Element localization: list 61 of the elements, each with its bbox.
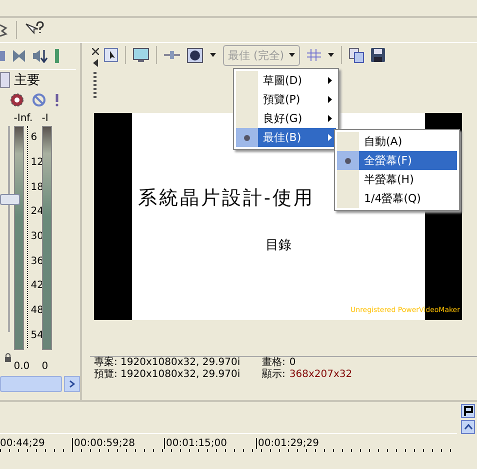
tool-icon[interactable] — [0, 22, 8, 38]
chevron-right-icon — [69, 380, 75, 388]
menu-item[interactable]: 良好(G) — [236, 109, 336, 128]
info-value: 0 — [289, 357, 296, 369]
submenu-arrow-icon — [328, 115, 332, 122]
prohibited-icon[interactable] — [32, 93, 46, 107]
menu-item[interactable]: 草圖(D) — [236, 71, 336, 90]
time-label: 00:01:15;00 — [164, 438, 256, 449]
bowtie-icon[interactable] — [12, 49, 26, 63]
cursor-icon[interactable] — [104, 48, 118, 62]
submenu-arrow-icon — [328, 134, 332, 141]
info-value: 368x207x32 — [289, 369, 352, 381]
menu-item[interactable]: 預覽(P) — [236, 90, 336, 109]
slide-subtitle: 目錄 — [266, 237, 292, 254]
time-label: 00:01:29;29 — [256, 438, 348, 449]
scale-label: 42 — [30, 280, 44, 292]
meter-reading: 0 — [42, 361, 48, 372]
peak-reading: -I — [42, 112, 48, 126]
speaker-down-icon[interactable] — [32, 49, 48, 63]
info-label: 顯示: — [262, 369, 286, 381]
slide-title: 系統晶片設計-使用 — [137, 186, 314, 211]
menu-item[interactable]: 全螢幕(F) — [337, 151, 457, 170]
close-icon[interactable] — [92, 48, 98, 55]
scale-label: 54 — [30, 330, 44, 342]
grid-icon[interactable] — [307, 49, 322, 61]
lock-icon[interactable] — [4, 352, 12, 362]
submenu-arrow-icon — [328, 96, 332, 103]
exclamation-icon[interactable] — [54, 93, 60, 107]
chevron-up-icon — [464, 424, 472, 430]
meter-reading: 0.0 — [14, 361, 30, 372]
menu-item[interactable]: 半螢幕(H) — [337, 170, 457, 189]
menu-item[interactable]: 1/4螢幕(Q) — [337, 189, 457, 208]
save-icon[interactable] — [371, 48, 386, 62]
scroll-right-button[interactable] — [64, 376, 80, 392]
dropdown-arrow-icon[interactable] — [210, 53, 216, 57]
copy-icon[interactable] — [349, 48, 364, 62]
bus-button[interactable] — [0, 72, 10, 88]
fader-thumb[interactable] — [0, 194, 20, 206]
bus-label: 主要 — [14, 72, 40, 89]
time-label: 00:44;29 — [0, 438, 46, 449]
menu-item[interactable]: 最佳(B) — [236, 128, 336, 147]
gear-icon[interactable] — [10, 93, 24, 107]
peak-reading: -Inf. — [14, 112, 33, 126]
dropdown-arrow-icon[interactable] — [328, 53, 334, 57]
scale-label: 6 — [30, 132, 38, 144]
grip-icon[interactable] — [93, 71, 97, 101]
scroll-up-button[interactable] — [461, 420, 475, 434]
submenu-arrow-icon — [328, 77, 332, 84]
collapse-arrow-icon[interactable] — [92, 59, 98, 67]
scale-label: 24 — [30, 206, 44, 218]
caret-icon — [289, 53, 296, 57]
time-label: 00:00:59;28 — [72, 438, 164, 449]
info-label: 畫格: — [262, 357, 286, 368]
info-text: 專案: 1920x1080x32, 29.970i — [94, 357, 242, 369]
marker-button[interactable] — [461, 404, 475, 418]
flag-icon — [464, 406, 472, 416]
menu-item[interactable]: 自動(A) — [337, 132, 457, 151]
scrollbar-thumb[interactable] — [0, 376, 62, 392]
monitor-icon[interactable] — [133, 48, 149, 62]
overlay-icon[interactable] — [187, 48, 203, 62]
info-text: 預覽: 1920x1080x32, 29.970i — [94, 369, 242, 381]
